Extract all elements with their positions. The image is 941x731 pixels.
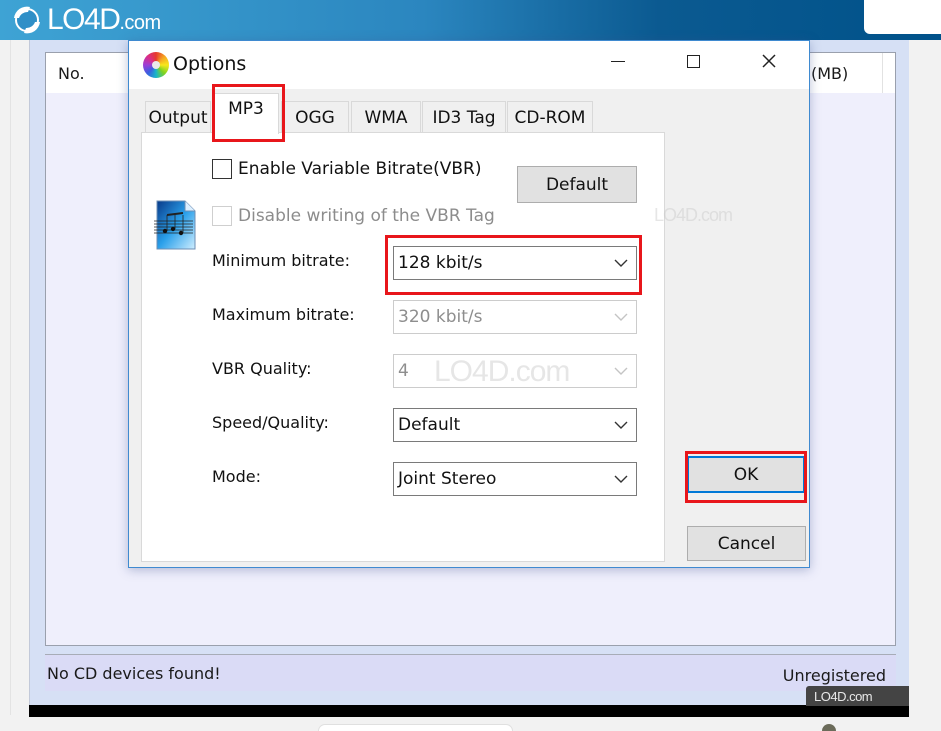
- site-logo[interactable]: LO4D.com: [10, 3, 161, 37]
- minimize-button[interactable]: [595, 41, 641, 81]
- chevron-down-icon: [614, 421, 628, 429]
- mp3-file-icon: [154, 200, 196, 250]
- mode-label: Mode:: [212, 467, 261, 486]
- maximize-button[interactable]: [670, 41, 716, 81]
- maximize-icon: [686, 54, 700, 68]
- speed-quality-select[interactable]: Default: [393, 408, 637, 442]
- tab-wma[interactable]: WMA: [351, 101, 421, 133]
- footer-input[interactable]: [318, 724, 513, 731]
- dialog-title: Options: [173, 53, 247, 75]
- checkbox-box[interactable]: [212, 159, 232, 179]
- page-gutter-line: [10, 40, 11, 715]
- cd-app-icon: [143, 52, 169, 78]
- column-separator[interactable]: [882, 53, 883, 93]
- minimum-bitrate-label: Minimum bitrate:: [212, 251, 350, 270]
- minimum-bitrate-select[interactable]: 128 kbit/s: [393, 246, 637, 280]
- status-bar: No CD devices found! Unregistered: [45, 654, 896, 691]
- maximum-bitrate-value: 320 kbit/s: [398, 307, 483, 327]
- tab-label: CD-ROM: [514, 107, 586, 128]
- close-icon: [762, 54, 776, 68]
- tab-id3-tag[interactable]: ID3 Tag: [422, 101, 506, 133]
- site-brand: LO4D.com: [47, 3, 161, 36]
- maximum-bitrate-select[interactable]: 320 kbit/s: [393, 300, 637, 334]
- site-header: LO4D.com: [0, 0, 941, 40]
- column-header-size-mb[interactable]: (MB): [811, 64, 848, 83]
- options-dialog: Options Output MP3 OGG WMA ID3 Tag CD-RO…: [128, 40, 810, 568]
- avatar[interactable]: [822, 724, 836, 731]
- cancel-button-label: Cancel: [717, 533, 776, 554]
- chevron-down-icon: [614, 259, 628, 267]
- column-header-no[interactable]: No.: [58, 64, 85, 83]
- tab-label: Output: [148, 107, 208, 128]
- checkbox-box[interactable]: [212, 206, 232, 226]
- tab-cd-rom[interactable]: CD-ROM: [507, 101, 593, 133]
- tab-label: OGG: [295, 107, 335, 128]
- mode-select[interactable]: Joint Stereo: [393, 462, 637, 496]
- ok-button[interactable]: OK: [687, 456, 805, 493]
- chevron-down-icon: [614, 367, 628, 375]
- minimum-bitrate-value: 128 kbit/s: [398, 253, 483, 273]
- tab-ogg[interactable]: OGG: [281, 101, 349, 133]
- disable-vbr-tag-checkbox[interactable]: Disable writing of the VBR Tag: [212, 206, 495, 226]
- default-button[interactable]: Default: [517, 166, 637, 203]
- tab-output[interactable]: Output: [145, 101, 211, 133]
- vbr-quality-value: 4: [398, 361, 409, 381]
- enable-vbr-checkbox[interactable]: Enable Variable Bitrate(VBR): [212, 159, 482, 179]
- vbr-quality-label: VBR Quality:: [212, 359, 312, 378]
- speed-quality-label: Speed/Quality:: [212, 413, 329, 432]
- screenshot-root: LO4D.com No. (MB) No CD devices found! U…: [0, 0, 941, 731]
- default-button-label: Default: [545, 174, 609, 195]
- dialog-titlebar[interactable]: Options: [129, 41, 809, 89]
- mode-value: Joint Stereo: [398, 469, 497, 489]
- ok-button-label: OK: [733, 464, 759, 485]
- chevron-down-icon: [614, 313, 628, 321]
- enable-vbr-label: Enable Variable Bitrate(VBR): [238, 159, 482, 179]
- watermark-text: LO4D.com: [814, 688, 873, 704]
- header-search-box[interactable]: [864, 0, 941, 34]
- watermark-ghost: LO4D.com: [434, 355, 570, 388]
- watermark-ghost: LO4D.com: [654, 205, 733, 225]
- disable-vbr-tag-label: Disable writing of the VBR Tag: [238, 206, 495, 226]
- app-bottom-border: [29, 705, 909, 717]
- chevron-down-icon: [614, 475, 628, 483]
- tab-label: MP3: [228, 99, 264, 119]
- close-button[interactable]: [746, 41, 792, 81]
- watermark-badge: LO4D.com: [806, 686, 909, 706]
- minimize-icon: [611, 60, 625, 62]
- status-cd-devices: No CD devices found!: [47, 664, 221, 683]
- mp3-tab-panel: Enable Variable Bitrate(VBR) Disable wri…: [141, 132, 733, 562]
- maximum-bitrate-label: Maximum bitrate:: [212, 305, 355, 324]
- cancel-button[interactable]: Cancel: [687, 526, 806, 561]
- tab-label: ID3 Tag: [432, 107, 496, 128]
- lo4d-globe-icon: [14, 6, 40, 34]
- tab-mp3[interactable]: MP3: [213, 93, 279, 134]
- speed-quality-value: Default: [398, 415, 461, 435]
- vbr-quality-select[interactable]: 4 LO4D.com: [393, 354, 637, 388]
- tab-label: WMA: [364, 107, 408, 128]
- status-registration: Unregistered: [782, 666, 886, 685]
